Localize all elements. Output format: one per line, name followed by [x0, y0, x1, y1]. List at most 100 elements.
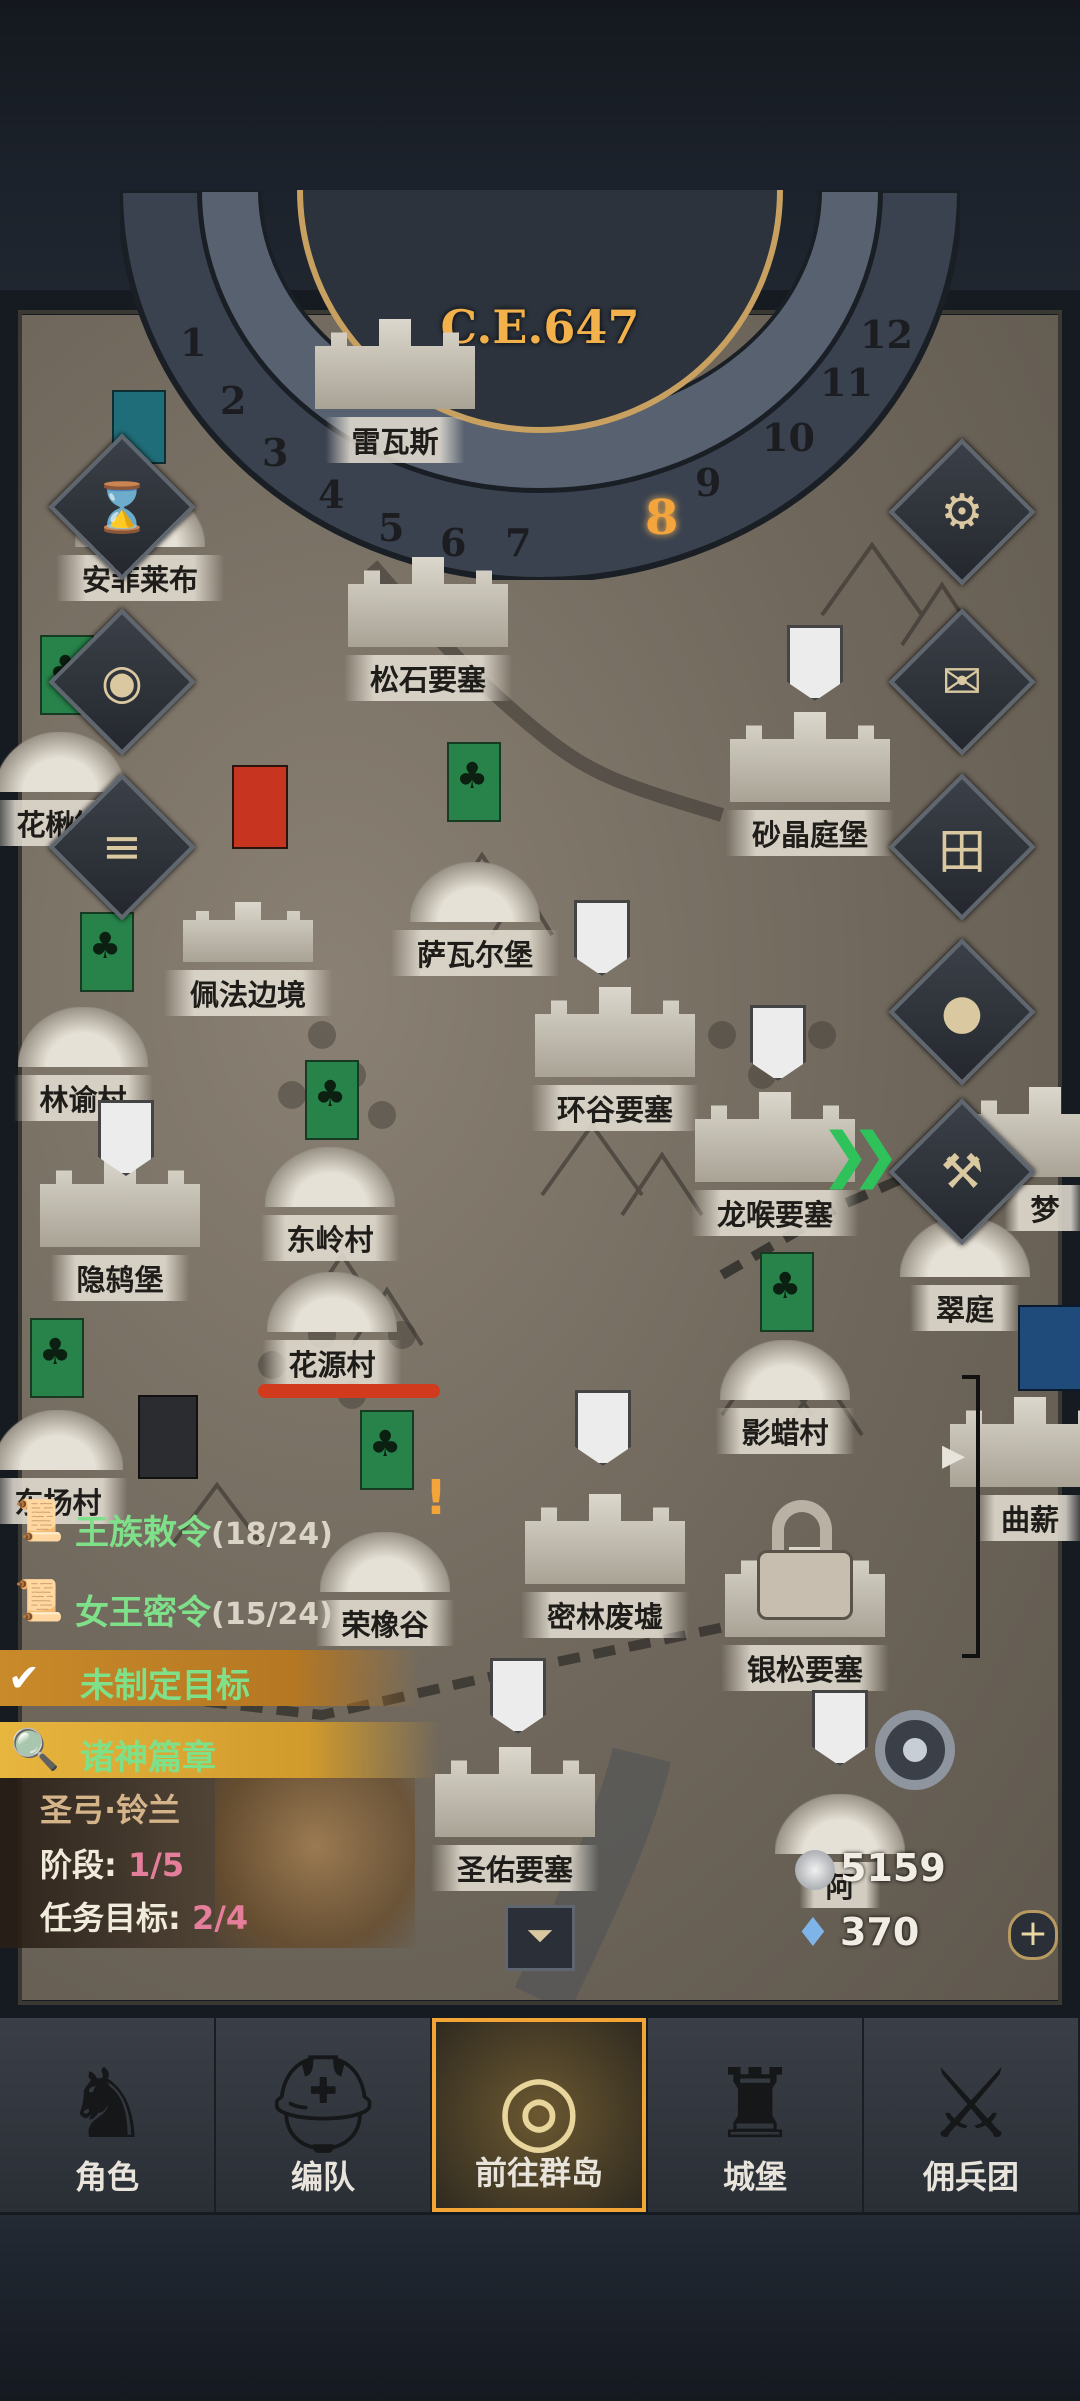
play-arrow-icon[interactable]: ▶ [942, 1438, 965, 1473]
nav-2[interactable]: ⛑ 编队 [216, 2018, 432, 2212]
mail-icon: ✉ [941, 654, 983, 710]
village-icon [0, 1410, 123, 1470]
tree-banner-icon [30, 1318, 84, 1398]
place-label: 影蜡村 [715, 1408, 855, 1454]
queen-order-progress: (15/24) [211, 1597, 333, 1632]
advance-arrow-icon[interactable]: ❯❯ [820, 1120, 900, 1190]
tree-banner-icon [760, 1252, 814, 1332]
place-label: 银松要塞 [720, 1645, 890, 1691]
royal-order-quest[interactable]: 王族敕令(18/24) [75, 1505, 333, 1554]
hammer-icon: ⚒ [940, 1144, 984, 1200]
castle-icon [525, 1494, 685, 1584]
nav-1[interactable]: ♞ 角色 [0, 2018, 216, 2212]
calendar-year: C.E.647 [440, 300, 640, 354]
castle-icon [435, 1747, 595, 1837]
place-label: 佩法边境 [163, 970, 333, 1016]
village-icon [720, 1340, 850, 1400]
castle-icon [348, 557, 508, 647]
nav-4[interactable]: ♜ 城堡 [648, 2018, 864, 2212]
crystal-amount: 370 [840, 1910, 920, 1954]
place-label: 砂晶庭堡 [725, 810, 895, 856]
village-icon [320, 1532, 450, 1592]
scroll-icon: 📜 [14, 1498, 64, 1544]
coin-icon: ● [941, 984, 983, 1040]
locate-button[interactable] [855, 1690, 975, 1810]
place-label: 雷瓦斯 [325, 417, 465, 463]
calendar-month-4[interactable]: 4 [318, 472, 344, 517]
target-value: 2/4 [191, 1899, 249, 1937]
place-label: 萨瓦尔堡 [390, 930, 560, 976]
place-label: 花源村 [262, 1340, 402, 1386]
target-label: 任务目标: [40, 1899, 192, 1937]
calendar-month-5[interactable]: 5 [378, 505, 404, 550]
gear-icon: ⚙ [940, 484, 984, 540]
village-icon [410, 862, 540, 922]
place-label: 荣橡谷 [315, 1600, 455, 1646]
nav-label: 佣兵团 [922, 2158, 1019, 2196]
bottom-bar [0, 2215, 1080, 2401]
queen-order-label: 女王密令 [75, 1593, 211, 1633]
calendar-month-9[interactable]: 9 [695, 460, 721, 505]
place-label: 梦 [1004, 1185, 1080, 1231]
collapse-icon: ⏷ [526, 1916, 554, 1956]
knight-icon: ♞ [63, 2048, 151, 2160]
place-label: 东岭村 [260, 1215, 400, 1261]
tree-banner-icon [305, 1060, 359, 1140]
stage-label: 阶段: [40, 1846, 128, 1884]
calendar-month-1[interactable]: 1 [180, 320, 206, 365]
castle-icon [730, 712, 890, 802]
scroll-icon: 📜 [14, 1578, 64, 1624]
collapse-button[interactable]: ⏷ [505, 1905, 575, 1971]
goal-label: 未制定目标 [80, 1666, 250, 1706]
royal-order-label: 王族敕令 [75, 1513, 211, 1553]
hero-name: 圣弓·铃兰 [40, 1791, 181, 1829]
calendar-month-8[interactable]: 8 [645, 490, 678, 546]
place-label: 松石要塞 [343, 655, 513, 701]
chapter-label: 诸神篇章 [80, 1738, 216, 1778]
castle-icon [535, 987, 695, 1077]
fort-icon [183, 902, 313, 962]
search-icon: 🔍 [10, 1727, 60, 1773]
dark-banner-icon [138, 1395, 198, 1479]
calendar-month-7[interactable]: 7 [505, 520, 531, 565]
nav-label: 城堡 [722, 2158, 787, 2196]
plus-icon: + [1017, 1913, 1049, 1954]
village-icon [267, 1272, 397, 1332]
calendar-month-11[interactable]: 11 [820, 360, 873, 405]
lock-icon [757, 1500, 853, 1620]
royal-order-progress: (18/24) [211, 1517, 333, 1552]
place-label: 密林废墟 [520, 1592, 690, 1638]
chapter-bar[interactable]: 🔍 诸神篇章 [0, 1722, 440, 1778]
sun-banner-icon [232, 765, 288, 849]
alert-icon[interactable]: ! [425, 1470, 447, 1526]
place-label: 圣佑要塞 [430, 1845, 600, 1891]
queen-order-quest[interactable]: 女王密令(15/24) [75, 1585, 333, 1634]
place-label: 隐鸫堡 [50, 1255, 190, 1301]
castle-icon [315, 319, 475, 409]
goal-bar[interactable]: ✔ 未制定目标 [0, 1650, 420, 1706]
add-currency-button[interactable]: + [1008, 1910, 1058, 1960]
checkmark-icon: ✔ [8, 1656, 40, 1700]
ship-banner-icon[interactable] [1018, 1305, 1080, 1391]
silver-amount: 5159 [840, 1846, 946, 1890]
calendar-month-2[interactable]: 2 [220, 378, 246, 423]
nav-5[interactable]: ⚔ 佣兵团 [864, 2018, 1080, 2212]
nav-3[interactable]: ◎ 前往群岛 [432, 2018, 646, 2212]
place-label: 环谷要塞 [530, 1085, 700, 1131]
tree-banner-icon [360, 1410, 414, 1490]
silver-coin-icon [795, 1850, 835, 1890]
calendar-month-12[interactable]: 12 [860, 312, 913, 357]
stage-row: 阶段: 1/5 [40, 1840, 184, 1886]
mercenary-icon: ⚔ [927, 2048, 1015, 2160]
calendar-month-10[interactable]: 10 [762, 415, 815, 460]
scroll-icon: ≡ [101, 819, 143, 875]
calendar-month-3[interactable]: 3 [262, 430, 288, 475]
helmet-icon: ⛑ [262, 2048, 384, 2160]
place-label: 龙喉要塞 [690, 1190, 860, 1236]
hourglass-icon: ⌛ [92, 479, 152, 536]
grid-icon: 田 [937, 824, 986, 880]
side-scroll-bracket [962, 1375, 980, 1658]
village-icon [0, 732, 125, 792]
tree-banner-icon [447, 742, 501, 822]
place-label: 翠庭 [909, 1285, 1021, 1331]
